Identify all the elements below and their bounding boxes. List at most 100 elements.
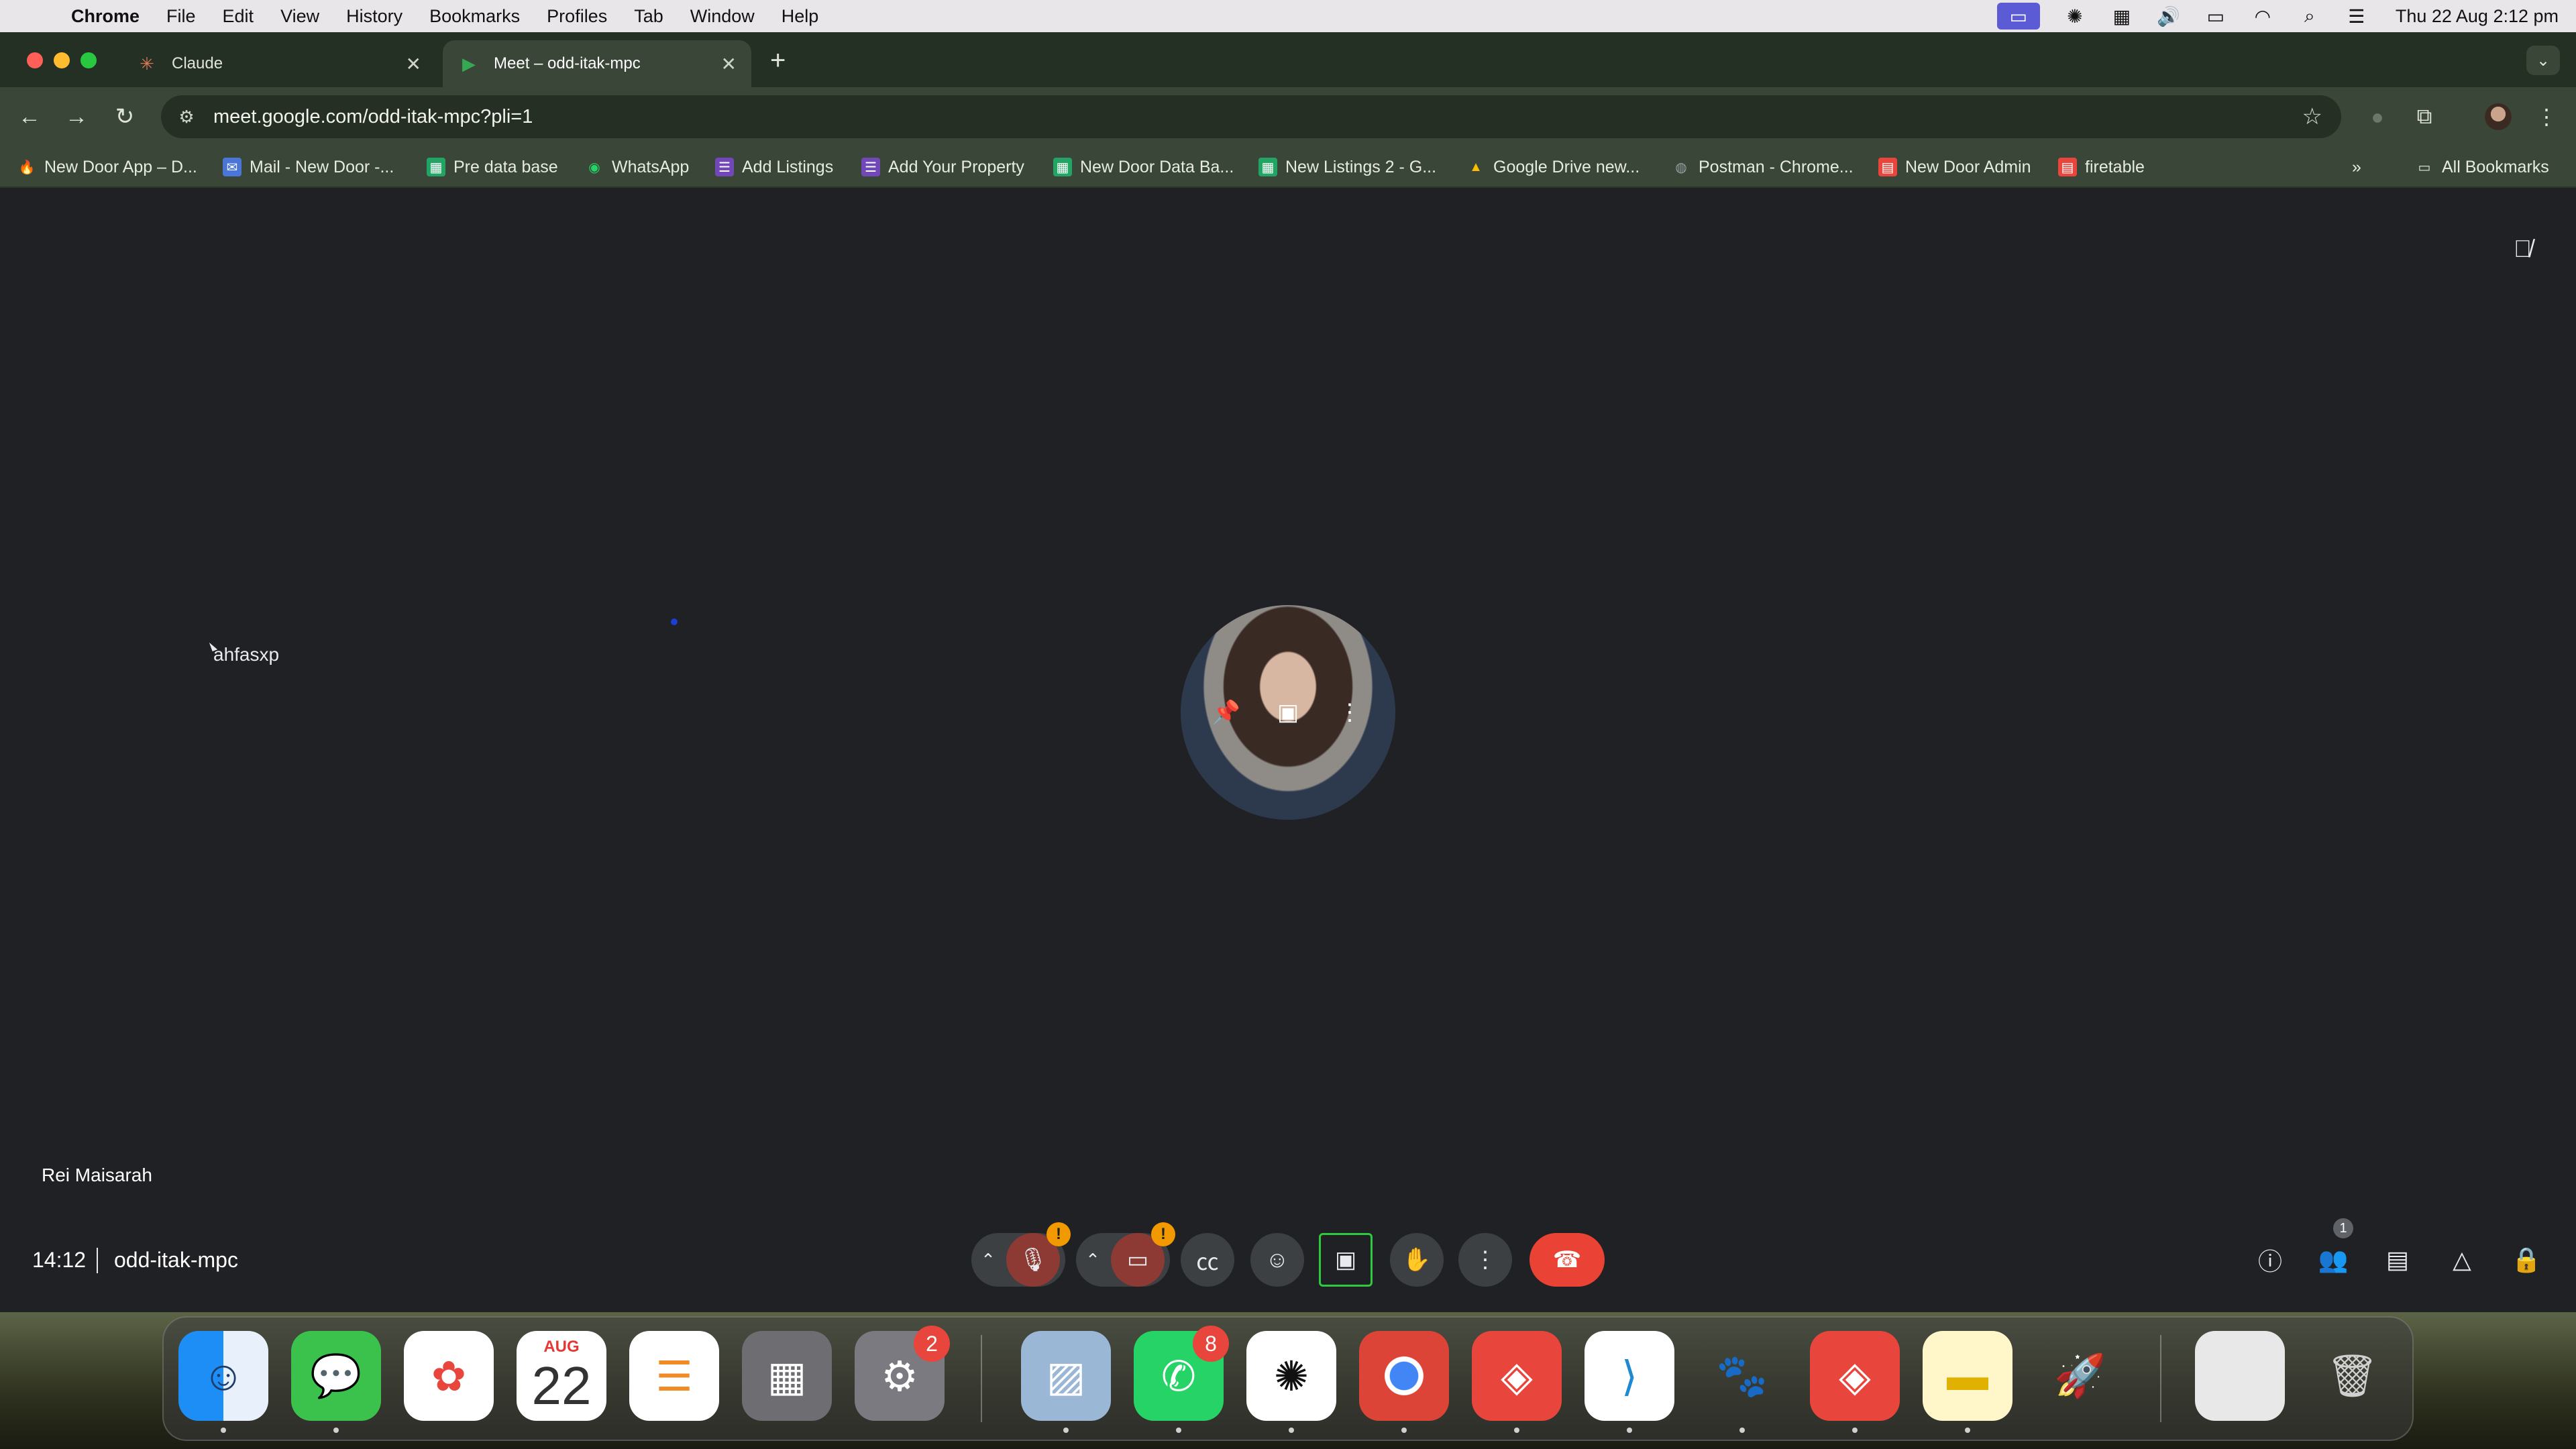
menu-file[interactable]: File — [166, 6, 196, 27]
host-controls-button[interactable]: 🔒 — [2500, 1233, 2553, 1287]
extension-icon[interactable]: ● — [2361, 101, 2394, 133]
folder-icon: ▭ — [2418, 160, 2431, 175]
bookmark-new-listings-2[interactable]: ▦ New Listings 2 - G... — [1258, 154, 1436, 180]
menu-tab[interactable]: Tab — [634, 6, 663, 27]
reactions-button[interactable]: ☺ — [1250, 1233, 1304, 1287]
pin-icon[interactable]: 📌 — [1210, 696, 1243, 729]
tab-search-button[interactable]: ⌄ — [2526, 46, 2560, 75]
trash-icon[interactable]: 🗑 — [2308, 1331, 2398, 1421]
chatgpt-status-icon[interactable]: ✺ — [2063, 6, 2087, 27]
chat-button[interactable]: ▤ — [2371, 1233, 2424, 1287]
window-layout-icon[interactable]: ▦ — [2110, 6, 2134, 27]
bookmark-add-listings[interactable]: ☰ Add Listings — [715, 154, 833, 180]
new-tab-button[interactable]: + — [770, 46, 786, 76]
battery-icon[interactable]: ▭ — [2204, 6, 2228, 27]
emoji-icon: ☺ — [1265, 1246, 1289, 1273]
forward-button[interactable]: → — [60, 101, 93, 133]
menu-app-name[interactable]: Chrome — [71, 6, 140, 27]
audio-settings-chevron-icon[interactable]: ⌃ — [971, 1250, 1005, 1271]
finder-icon[interactable]: ☺ — [178, 1331, 268, 1421]
bookmark-google-drive[interactable]: ▲ Google Drive new... — [1466, 154, 1640, 180]
bookmark-new-door-admin[interactable]: ▤ New Door Admin — [1878, 154, 2031, 180]
sheets-icon: ▦ — [427, 158, 445, 176]
downloads-stack-icon[interactable] — [2195, 1331, 2285, 1421]
reload-button[interactable]: ↻ — [109, 101, 141, 133]
more-options-icon[interactable]: ⋮ — [1333, 696, 1366, 729]
screen-share-status-icon[interactable]: ▭ — [1996, 3, 2040, 30]
tab-meet[interactable]: ▶ Meet – odd-itak-mpc ✕ — [443, 40, 751, 87]
extensions-puzzle-icon[interactable]: ⧉ — [2408, 101, 2440, 133]
bookmark-whatsapp[interactable]: ◉ WhatsApp — [585, 154, 689, 180]
meet-stage: 🎙̸ ahfasxp 📌 ▣ ⋮ Rei Maisarah 14:12 odd-… — [0, 188, 2576, 1312]
anydesk-user-icon[interactable]: ◈ — [1810, 1331, 1900, 1421]
whatsapp-icon[interactable]: ✆ 8 — [1134, 1326, 1229, 1421]
control-center-icon[interactable]: ☰ — [2345, 6, 2369, 27]
chrome-icon[interactable] — [1359, 1331, 1449, 1421]
captions-button[interactable]: ㏄ — [1181, 1233, 1234, 1287]
wifi-icon[interactable]: ◠ — [2251, 6, 2275, 27]
close-tab-icon[interactable]: ✕ — [721, 53, 737, 75]
python-launcher-icon[interactable]: 🚀 — [2035, 1331, 2125, 1421]
address-bar[interactable]: ⚙ meet.google.com/odd-itak-mpc?pli=1 ☆ — [161, 95, 2341, 138]
menu-edit[interactable]: Edit — [223, 6, 254, 27]
anydesk-icon[interactable]: ◈ — [1472, 1331, 1562, 1421]
bookmark-firetable[interactable]: ▤ firetable — [2058, 154, 2145, 180]
menu-history[interactable]: History — [346, 6, 402, 27]
window-close-button[interactable] — [27, 52, 43, 68]
messages-icon[interactable]: 💬 — [291, 1331, 381, 1421]
window-minimize-button[interactable] — [54, 52, 70, 68]
activities-button[interactable]: △ — [2435, 1233, 2489, 1287]
video-settings-chevron-icon[interactable]: ⌃ — [1076, 1250, 1110, 1271]
frame-person-icon[interactable]: ▣ — [1271, 696, 1305, 729]
profile-avatar[interactable] — [2482, 101, 2514, 133]
bookmark-star-icon[interactable]: ☆ — [2302, 103, 2322, 130]
back-button[interactable]: ← — [13, 101, 46, 133]
preview-icon[interactable]: ▨ — [1021, 1331, 1111, 1421]
present-screen-button[interactable]: ▣ — [1319, 1233, 1373, 1287]
chrome-menu-icon[interactable]: ⋮ — [2530, 101, 2563, 133]
volume-icon[interactable]: 🔊 — [2157, 6, 2181, 27]
microphone-toggle-button[interactable]: 🎙 ! — [1006, 1222, 1071, 1287]
menu-help[interactable]: Help — [782, 6, 819, 27]
photos-icon[interactable]: ✿ — [404, 1331, 494, 1421]
meeting-details-button[interactable]: ⓘ — [2243, 1233, 2297, 1287]
window-zoom-button[interactable] — [80, 52, 97, 68]
notes-icon[interactable]: ▬ — [1923, 1331, 2012, 1421]
bookmark-add-your-property[interactable]: ☰ Add Your Property — [861, 154, 1024, 180]
spotlight-search-icon[interactable]: ⌕ — [2298, 5, 2322, 26]
launchpad-icon[interactable]: ▦ — [742, 1331, 832, 1421]
menu-view[interactable]: View — [280, 6, 319, 27]
camera-toggle-button[interactable]: ▭ ! — [1111, 1222, 1175, 1287]
bookmark-pre-data-base[interactable]: ▦ Pre data base — [427, 154, 558, 180]
bookmark-postman[interactable]: ◍ Postman - Chrome... — [1672, 154, 1853, 180]
meeting-code: odd-itak-mpc — [114, 1248, 238, 1272]
bookmark-new-door-data-base[interactable]: ▦ New Door Data Ba... — [1053, 154, 1234, 180]
close-tab-icon[interactable]: ✕ — [406, 53, 421, 75]
forms-icon: ☰ — [861, 158, 880, 176]
bookmark-new-door-app[interactable]: 🔥 New Door App – D... — [17, 154, 197, 180]
reminders-icon[interactable]: ☰ — [629, 1331, 719, 1421]
menu-window[interactable]: Window — [690, 6, 755, 27]
all-bookmarks-folder[interactable]: ▭ All Bookmarks — [2415, 154, 2549, 180]
sheets-icon: ▦ — [1258, 158, 1277, 176]
menu-bookmarks[interactable]: Bookmarks — [429, 6, 520, 27]
more-bookmarks-chevron-icon[interactable]: » — [2352, 154, 2361, 180]
gimp-icon[interactable]: 🐾 — [1697, 1331, 1787, 1421]
participant-avatar[interactable]: 📌 ▣ ⋮ — [1181, 605, 1395, 820]
people-button[interactable]: 👥 1 — [2306, 1218, 2360, 1287]
leave-call-button[interactable]: ☎ — [1529, 1233, 1605, 1287]
chatgpt-icon[interactable]: ✺ — [1246, 1331, 1336, 1421]
site-info-icon[interactable]: ⚙ — [173, 107, 200, 127]
raise-hand-button[interactable]: ✋ — [1390, 1233, 1444, 1287]
more-options-button[interactable]: ⋮ — [1458, 1233, 1512, 1287]
url-text[interactable]: meet.google.com/odd-itak-mpc?pli=1 — [213, 106, 533, 128]
menu-profiles[interactable]: Profiles — [547, 6, 607, 27]
tab-claude[interactable]: ✳ Claude ✕ — [121, 40, 436, 87]
system-settings-icon[interactable]: ⚙ 2 — [855, 1326, 950, 1421]
bookmark-mail-new-door[interactable]: ✉ Mail - New Door -... — [223, 154, 394, 180]
menubar-clock[interactable]: Thu 22 Aug 2:12 pm — [2396, 6, 2559, 27]
vscode-icon[interactable]: ⟩ — [1585, 1331, 1674, 1421]
running-indicator — [1176, 1428, 1181, 1433]
calendar-icon[interactable]: AUG 22 — [517, 1331, 606, 1421]
drive-icon: ▲ — [1469, 159, 1483, 174]
